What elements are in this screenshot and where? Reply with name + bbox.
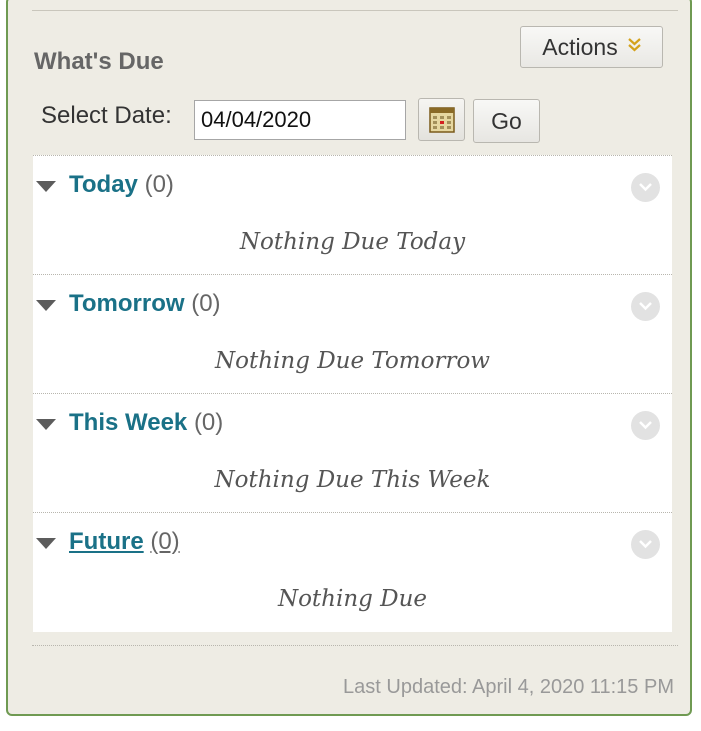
- section-title-tomorrow[interactable]: Tomorrow: [69, 290, 185, 317]
- last-updated-text: Last Updated: April 4, 2020 11:15 PM: [343, 676, 674, 698]
- section-today: Today (0) Nothing Due Today: [33, 156, 672, 275]
- whats-due-module: What's Due Actions Select Date: Go: [6, 0, 692, 716]
- double-chevron-down-icon: [627, 37, 641, 55]
- section-title-this-week[interactable]: This Week: [69, 409, 187, 436]
- section-this-week: This Week (0) Nothing Due This Week: [33, 394, 672, 513]
- module-title: What's Due: [34, 48, 164, 75]
- empty-message: Nothing Due Today: [239, 229, 466, 255]
- date-input[interactable]: [194, 100, 406, 140]
- collapse-triangle-icon[interactable]: [36, 419, 56, 430]
- actions-button[interactable]: Actions: [520, 26, 663, 68]
- circle-chevron-down-icon[interactable]: [631, 292, 660, 321]
- section-count: (0): [150, 528, 180, 555]
- go-button[interactable]: Go: [473, 99, 540, 143]
- circle-chevron-down-icon[interactable]: [631, 530, 660, 559]
- empty-message: Nothing Due Tomorrow: [215, 348, 490, 374]
- section-header: Today (0): [69, 171, 174, 199]
- section-header[interactable]: Future (0): [69, 528, 180, 556]
- section-count: (0): [144, 171, 174, 198]
- section-tomorrow: Tomorrow (0) Nothing Due Tomorrow: [33, 275, 672, 394]
- section-count: (0): [191, 290, 221, 317]
- empty-message: Nothing Due: [277, 586, 428, 612]
- circle-chevron-down-icon[interactable]: [631, 411, 660, 440]
- select-date-label: Select Date:: [41, 102, 172, 129]
- section-count: (0): [193, 409, 224, 436]
- actions-label: Actions: [542, 33, 618, 60]
- section-title-today[interactable]: Today: [69, 171, 138, 198]
- calendar-icon: [429, 107, 455, 133]
- section-header: This Week (0): [69, 409, 223, 437]
- top-divider: [32, 10, 678, 11]
- section-future: Future (0) Nothing Due: [33, 513, 672, 632]
- collapse-triangle-icon[interactable]: [36, 538, 56, 549]
- due-list: Today (0) Nothing Due Today Tomorrow (0)…: [33, 155, 672, 632]
- circle-chevron-down-icon[interactable]: [631, 173, 660, 202]
- collapse-triangle-icon[interactable]: [36, 300, 56, 311]
- collapse-triangle-icon[interactable]: [36, 181, 56, 192]
- empty-message: Nothing Due This Week: [214, 467, 491, 493]
- section-header: Tomorrow (0): [69, 290, 221, 318]
- bottom-divider: [32, 645, 678, 646]
- calendar-picker-button[interactable]: [418, 98, 465, 141]
- section-title-future[interactable]: Future: [69, 528, 144, 555]
